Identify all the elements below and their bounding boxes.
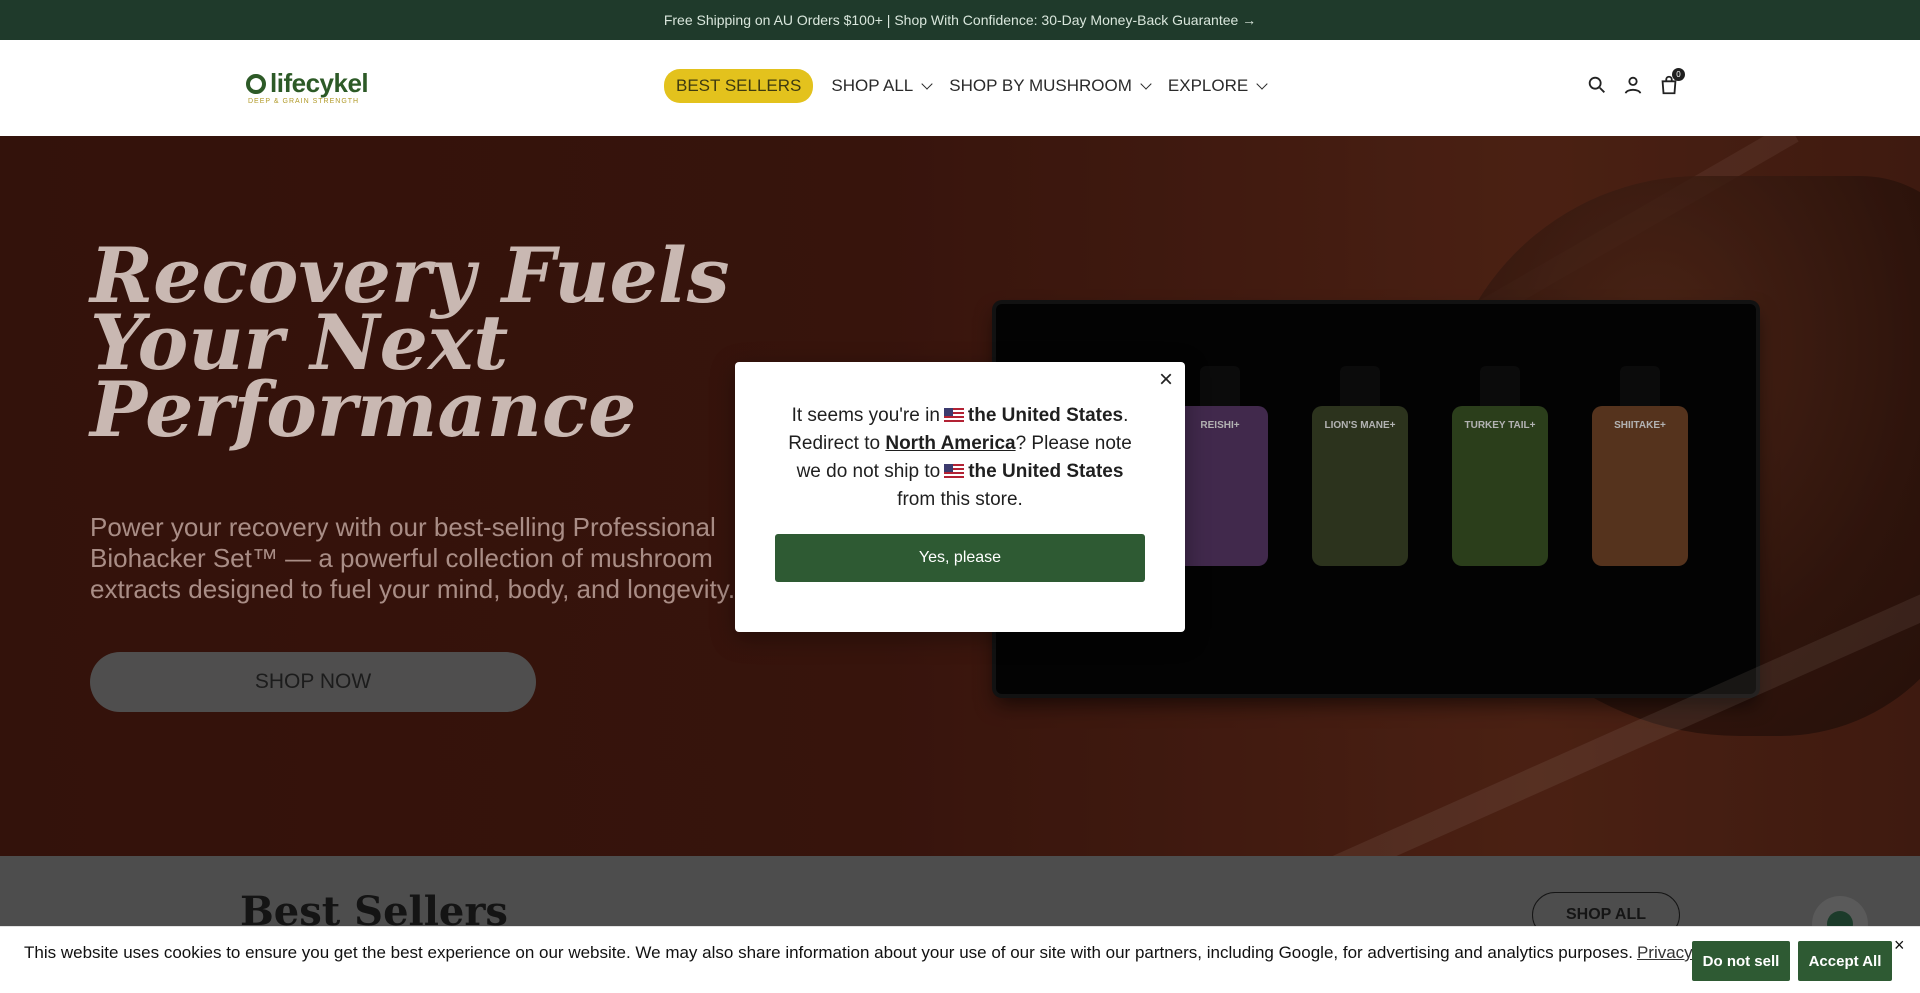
modal-text-prefix: It seems you're in <box>791 405 940 426</box>
cookie-banner: This website uses cookies to ensure you … <box>0 926 1920 993</box>
cart-icon[interactable]: 0 <box>1658 68 1685 96</box>
chevron-down-icon <box>921 78 933 90</box>
modal-country: the United States <box>967 405 1124 426</box>
us-flag-icon <box>944 464 965 478</box>
shop-now-button[interactable]: SHOP NOW <box>90 652 536 712</box>
modal-message: It seems you're in the United States. Red… <box>775 402 1145 514</box>
header-icons: 0 <box>1586 68 1685 96</box>
logo[interactable]: lifecykel DEEP & GRAIN STRENGTH <box>246 68 376 108</box>
nav-shop-all-label: SHOP ALL <box>831 76 914 95</box>
chevron-down-icon <box>1140 78 1152 90</box>
nav-shop-by-mushroom-label: SHOP BY MUSHROOM <box>949 76 1132 95</box>
hero-subtitle: Power your recovery with our best-sellin… <box>90 512 736 604</box>
nav-shop-by-mushroom[interactable]: SHOP BY MUSHROOM <box>949 76 1152 96</box>
nav-explore[interactable]: EXPLORE <box>1167 76 1268 96</box>
do-not-sell-button[interactable]: Do not sell <box>1692 941 1790 981</box>
chevron-down-icon <box>1256 78 1268 90</box>
modal-ship-suffix: from this store. <box>897 489 1023 510</box>
nav-shop-all[interactable]: SHOP ALL <box>831 76 933 96</box>
search-icon[interactable] <box>1586 74 1608 96</box>
logo-tagline: DEEP & GRAIN STRENGTH <box>248 98 360 105</box>
redirect-region-link[interactable]: North America <box>885 433 1015 454</box>
modal-text-period: . <box>1123 405 1129 426</box>
hero-title: Recovery Fuels Your Next Performance <box>90 231 730 454</box>
announcement-text[interactable]: Free Shipping on AU Orders $100+ | Shop … <box>664 12 1256 28</box>
geo-redirect-modal: × It seems you're in the United States. R… <box>735 362 1185 632</box>
cookie-message: This website uses cookies to ensure you … <box>24 943 1633 962</box>
site-header: lifecykel DEEP & GRAIN STRENGTH BEST SEL… <box>0 40 1920 136</box>
logo-ring-icon <box>246 73 266 94</box>
us-flag-icon <box>943 408 964 422</box>
yes-please-button[interactable]: Yes, please <box>775 534 1145 582</box>
nav-best-sellers[interactable]: BEST SELLERS <box>664 69 814 103</box>
modal-country-2: the United States <box>968 461 1124 482</box>
logo-text: lifecykel <box>270 68 369 98</box>
cart-count-badge: 0 <box>1672 68 1685 81</box>
cookie-close-icon[interactable]: × <box>1894 935 1905 956</box>
modal-redirect-prefix: Redirect to <box>788 433 881 454</box>
announcement-bar: Free Shipping on AU Orders $100+ | Shop … <box>0 0 1920 40</box>
accept-all-button[interactable]: Accept All <box>1798 941 1892 981</box>
close-icon[interactable]: × <box>1159 368 1173 392</box>
main-nav: BEST SELLERS SHOP ALL SHOP BY MUSHROOM E… <box>664 69 1268 103</box>
account-icon[interactable] <box>1622 74 1644 96</box>
nav-explore-label: EXPLORE <box>1167 76 1249 95</box>
